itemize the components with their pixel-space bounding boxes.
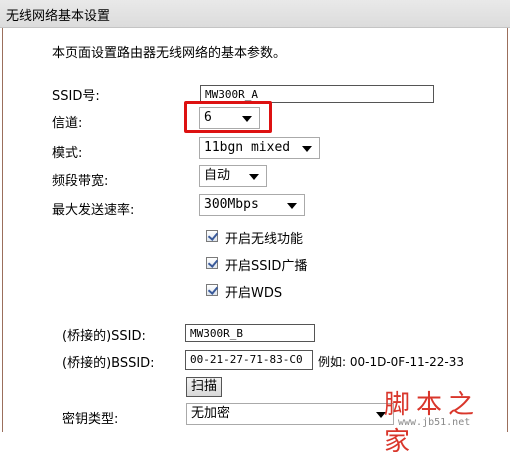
bridge-bssid-input[interactable]: 00-21-27-71-83-C0 (185, 350, 313, 370)
bridge-bssid-label: (桥接的)BSSID: (62, 356, 155, 371)
bssid-example-text: 例如: 00-1D-0F-11-22-33 (318, 355, 464, 369)
watermark-url: www.jb51.net (398, 417, 471, 428)
key-type-value: 无加密 (191, 406, 231, 421)
chevron-down-icon (249, 174, 259, 180)
enable-wds-checkbox[interactable] (206, 284, 218, 296)
mode-label: 模式: (52, 146, 83, 161)
ssid-label: SSID号: (52, 89, 100, 104)
enable-ssid-broadcast-label: 开启SSID广播 (225, 259, 308, 274)
bandwidth-select[interactable]: 自动 (199, 165, 267, 187)
page-title: 无线网络基本设置 (6, 9, 111, 24)
enable-ssid-broadcast-checkbox[interactable] (206, 257, 218, 269)
scan-button[interactable]: 扫描 (186, 377, 223, 397)
enable-wireless-checkbox[interactable] (206, 230, 218, 242)
bridge-ssid-label: (桥接的)SSID: (62, 329, 146, 344)
bandwidth-value: 自动 (204, 168, 231, 183)
key-type-label: 密钥类型: (62, 412, 119, 427)
enable-wireless-label: 开启无线功能 (225, 232, 304, 247)
chevron-down-icon (287, 203, 297, 209)
bandwidth-label: 频段带宽: (52, 174, 109, 189)
max-rate-value: 300Mbps (204, 197, 259, 212)
bridge-ssid-input[interactable]: MW300R_B (185, 324, 315, 342)
max-rate-select[interactable]: 300Mbps (199, 194, 305, 216)
chevron-down-icon (302, 146, 312, 152)
title-bar: 无线网络基本设置 (0, 0, 510, 28)
max-rate-label: 最大发送速率: (52, 203, 135, 218)
enable-wds-label: 开启WDS (225, 286, 283, 301)
mode-value: 11bgn mixed (204, 140, 291, 155)
channel-label: 信道: (52, 116, 83, 131)
page-description: 本页面设置路由器无线网络的基本参数。 (52, 46, 287, 61)
key-type-select[interactable]: 无加密 (186, 403, 394, 425)
channel-highlight-box (184, 101, 272, 133)
mode-select[interactable]: 11bgn mixed (199, 137, 320, 159)
